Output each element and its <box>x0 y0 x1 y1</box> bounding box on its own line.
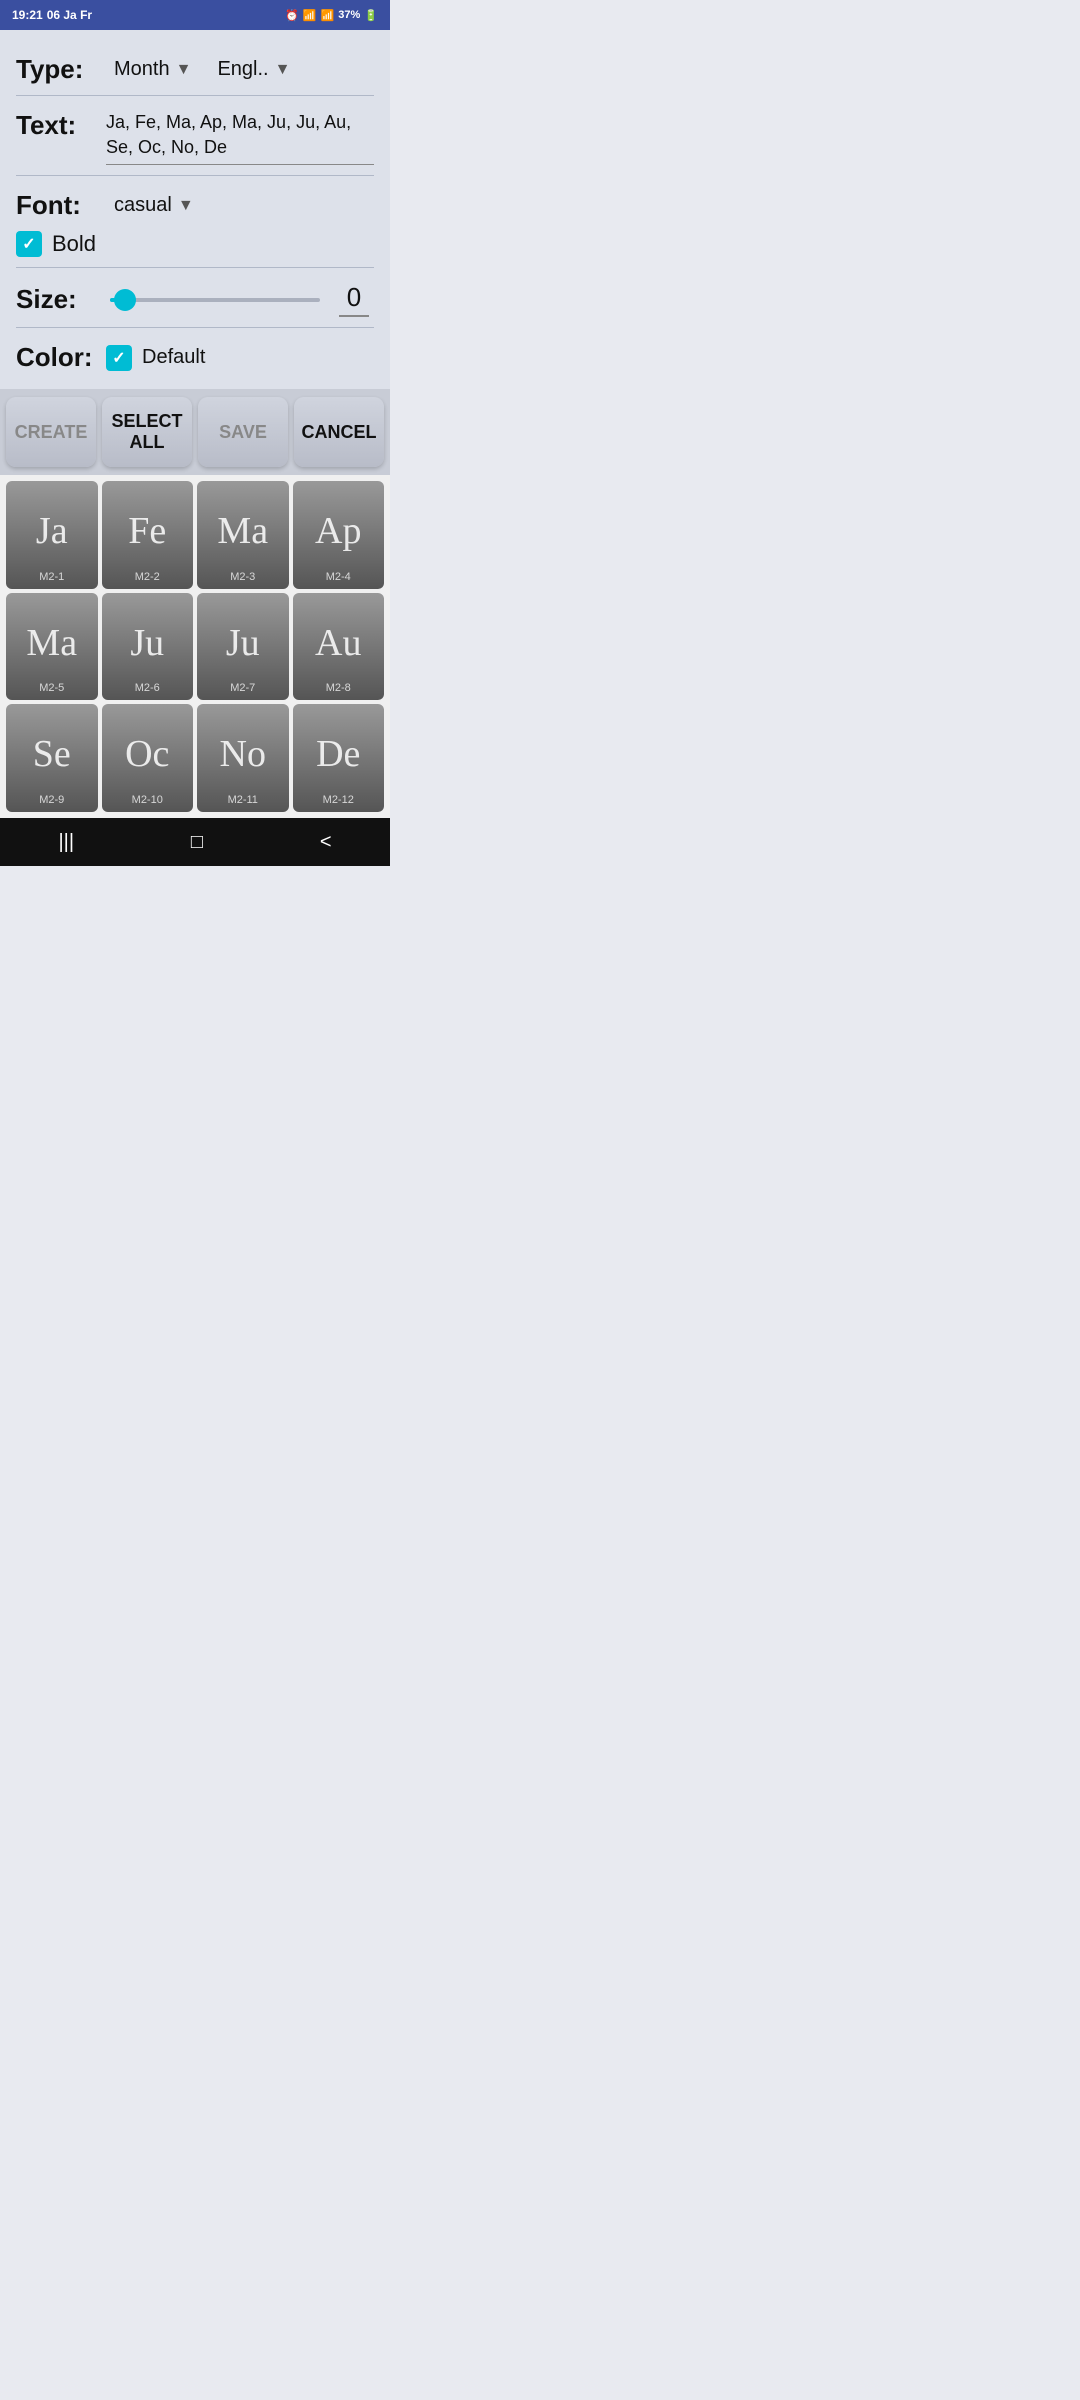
color-row: Color: ✓ Default <box>16 328 374 383</box>
tile-text: Ju <box>130 603 164 683</box>
tile-m2-1[interactable]: Ja M2-1 <box>6 481 98 589</box>
bold-row: ✓ Bold <box>16 231 374 267</box>
tile-text: Ma <box>26 603 77 683</box>
tile-m2-8[interactable]: Au M2-8 <box>293 593 385 701</box>
type-row: Type: Month ▼ Engl.. ▼ <box>16 40 374 96</box>
lang-value: Engl.. <box>217 58 268 81</box>
tile-text: Ju <box>226 603 260 683</box>
cancel-button[interactable]: CANCEL <box>294 397 384 467</box>
tile-m2-4[interactable]: Ap M2-4 <box>293 481 385 589</box>
slider-track <box>110 298 320 302</box>
tile-m2-10[interactable]: Oc M2-10 <box>102 704 194 812</box>
font-value: casual <box>114 194 172 217</box>
tile-m2-2[interactable]: Fe M2-2 <box>102 481 194 589</box>
time: 19:21 <box>12 8 43 22</box>
recent-apps-icon[interactable]: ||| <box>58 831 74 854</box>
tile-m2-7[interactable]: Ju M2-7 <box>197 593 289 701</box>
tiles-grid: Ja M2-1 Fe M2-2 Ma M2-3 Ap M2-4 Ma M2-5 … <box>0 475 390 818</box>
size-value-container: 0 <box>334 282 374 317</box>
status-left: 19:21 06 Ja Fr <box>12 8 92 22</box>
text-value[interactable]: Ja, Fe, Ma, Ap, Ma, Ju, Ju, Au, Se, Oc, … <box>106 110 374 165</box>
text-label: Text: <box>16 110 96 141</box>
type-label: Type: <box>16 54 96 85</box>
tile-id: M2-4 <box>326 571 351 583</box>
wifi-icon: 📶 <box>303 9 317 22</box>
bold-label: Bold <box>52 231 96 257</box>
tile-id: M2-8 <box>326 682 351 694</box>
tile-id: M2-1 <box>39 571 64 583</box>
lang-dropdown[interactable]: Engl.. ▼ <box>209 54 298 85</box>
lang-dropdown-arrow: ▼ <box>275 61 291 79</box>
size-slider-container <box>110 290 320 310</box>
battery-icon: 🔋 <box>364 9 378 22</box>
tile-id: M2-12 <box>323 794 354 806</box>
tile-m2-5[interactable]: Ma M2-5 <box>6 593 98 701</box>
nav-bar: ||| □ < <box>0 818 390 866</box>
date: 06 Ja Fr <box>47 8 92 22</box>
type-value: Month <box>114 58 170 81</box>
type-dropdown-arrow: ▼ <box>176 61 192 79</box>
font-row: Font: casual ▼ ✓ Bold <box>16 176 374 268</box>
font-label: Font: <box>16 190 96 221</box>
tile-m2-3[interactable]: Ma M2-3 <box>197 481 289 589</box>
tile-text: Ja <box>36 491 68 571</box>
tile-m2-6[interactable]: Ju M2-6 <box>102 593 194 701</box>
tile-id: M2-11 <box>228 794 258 806</box>
action-buttons: CREATE SELECT ALL SAVE CANCEL <box>0 389 390 475</box>
tile-text: Se <box>33 714 71 794</box>
tile-m2-9[interactable]: Se M2-9 <box>6 704 98 812</box>
color-checkbox[interactable]: ✓ <box>106 345 132 371</box>
back-icon[interactable]: < <box>320 831 332 854</box>
tile-id: M2-10 <box>132 794 163 806</box>
font-dropdown[interactable]: casual ▼ <box>106 190 202 221</box>
size-row: Size: 0 <box>16 268 374 328</box>
color-check-icon: ✓ <box>112 348 125 368</box>
tile-m2-12[interactable]: De M2-12 <box>293 704 385 812</box>
size-label: Size: <box>16 284 96 315</box>
signal-icon: 📶 <box>321 9 335 22</box>
tile-text: Fe <box>128 491 166 571</box>
tile-text: De <box>316 714 360 794</box>
tile-m2-11[interactable]: No M2-11 <box>197 704 289 812</box>
tile-id: M2-2 <box>135 571 160 583</box>
select-all-button[interactable]: SELECT ALL <box>102 397 192 467</box>
tile-text: Ap <box>315 491 361 571</box>
tile-id: M2-7 <box>230 682 255 694</box>
type-dropdown[interactable]: Month ▼ <box>106 54 199 85</box>
tile-text: Au <box>315 603 361 683</box>
text-row: Text: Ja, Fe, Ma, Ap, Ma, Ju, Ju, Au, Se… <box>16 96 374 176</box>
alarm-icon: ⏰ <box>285 9 299 22</box>
tile-id: M2-5 <box>39 682 64 694</box>
tile-id: M2-6 <box>135 682 160 694</box>
size-underline <box>339 315 369 317</box>
tile-text: Oc <box>125 714 169 794</box>
tile-text: Ma <box>217 491 268 571</box>
tile-id: M2-9 <box>39 794 64 806</box>
status-bar: 19:21 06 Ja Fr ⏰ 📶 📶 37% 🔋 <box>0 0 390 30</box>
tile-text: No <box>220 714 266 794</box>
color-default-label: Default <box>142 346 205 369</box>
battery: 37% <box>338 9 360 21</box>
create-button[interactable]: CREATE <box>6 397 96 467</box>
font-dropdown-arrow: ▼ <box>178 197 194 215</box>
color-label: Color: <box>16 342 96 373</box>
bold-check-icon: ✓ <box>22 234 35 254</box>
slider-thumb[interactable] <box>114 289 136 311</box>
home-icon[interactable]: □ <box>191 831 203 854</box>
main-content: Type: Month ▼ Engl.. ▼ Text: Ja, Fe, Ma,… <box>0 30 390 389</box>
save-button[interactable]: SAVE <box>198 397 288 467</box>
size-value[interactable]: 0 <box>347 282 361 313</box>
tile-id: M2-3 <box>230 571 255 583</box>
status-right: ⏰ 📶 📶 37% 🔋 <box>285 9 378 22</box>
bold-checkbox[interactable]: ✓ <box>16 231 42 257</box>
